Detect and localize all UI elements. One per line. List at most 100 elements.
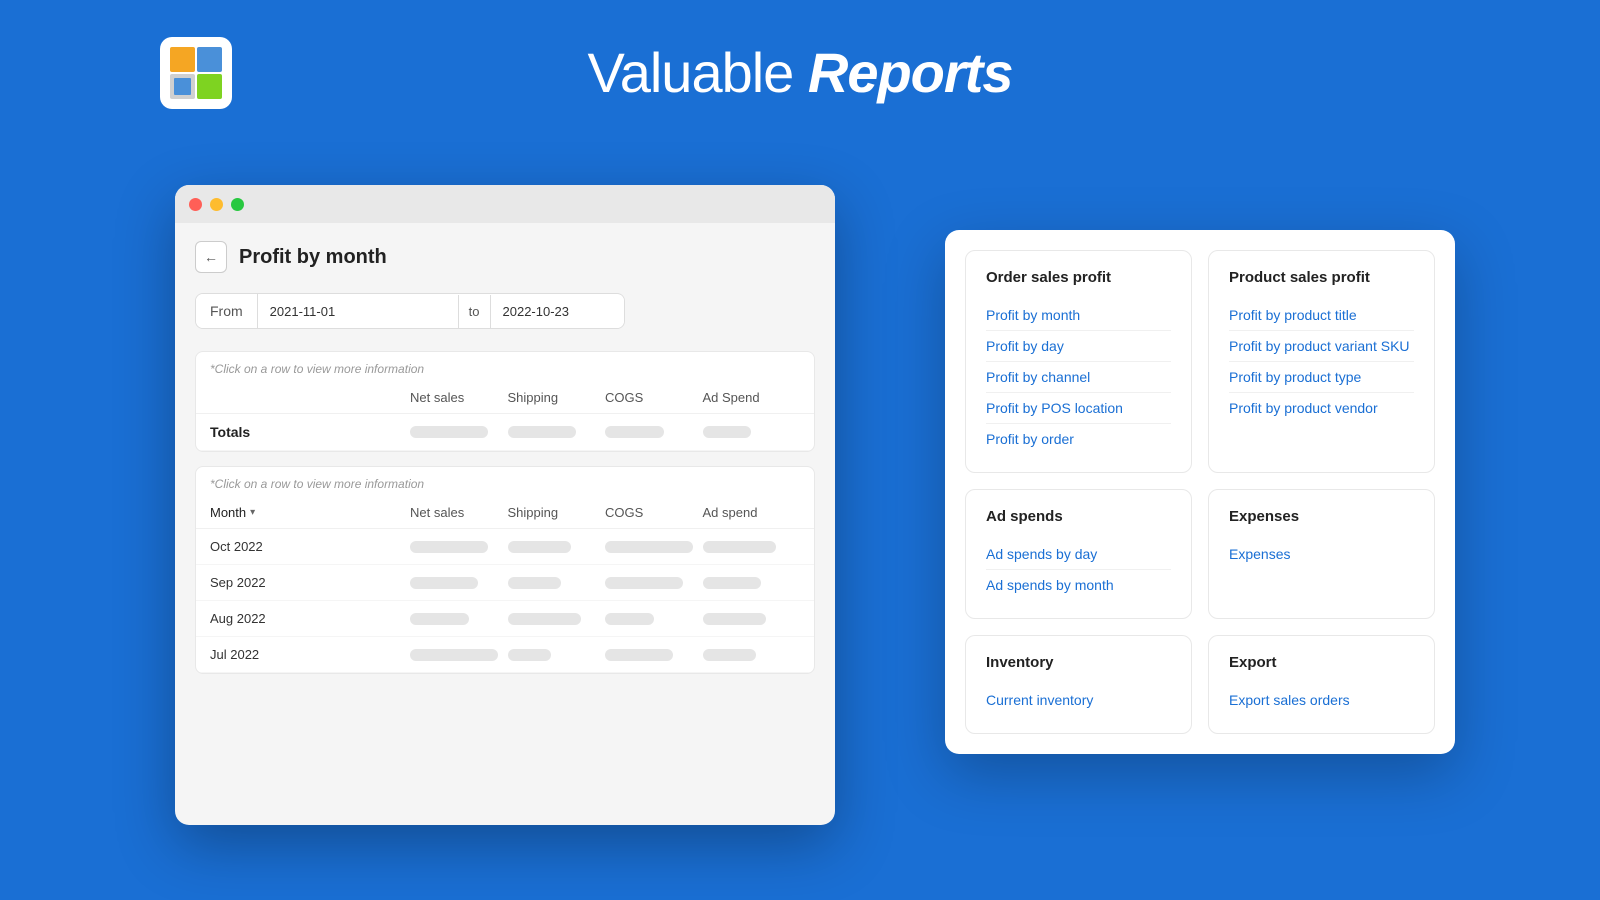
browser-window: ← Profit by month From to Refresh *Click… xyxy=(175,185,835,825)
th-shipping-main: Shipping xyxy=(508,505,606,520)
th-month-label: Month xyxy=(210,505,246,520)
menu-item-profit-type[interactable]: Profit by product type xyxy=(1229,362,1414,393)
oct-netsales xyxy=(410,541,488,553)
sep-shipping xyxy=(508,577,562,589)
window-content: ← Profit by month From to Refresh *Click… xyxy=(175,223,835,825)
th-shipping: Shipping xyxy=(508,390,606,405)
menu-item-profit-pos[interactable]: Profit by POS location xyxy=(986,393,1171,424)
window-dot-red[interactable] xyxy=(189,198,202,211)
row-sep2022[interactable]: Sep 2022 xyxy=(196,565,814,601)
window-dot-yellow[interactable] xyxy=(210,198,223,211)
from-label: From xyxy=(196,294,258,328)
back-button[interactable]: ← xyxy=(195,241,227,273)
jul-netsales xyxy=(410,649,498,661)
page-header: ← Profit by month xyxy=(195,241,815,273)
ad-spends-title: Ad spends xyxy=(986,508,1171,525)
th-netsales: Net sales xyxy=(410,390,508,405)
back-icon: ← xyxy=(204,249,218,265)
menu-item-profit-product-title[interactable]: Profit by product title xyxy=(1229,300,1414,331)
menu-item-profit-sku[interactable]: Profit by product variant SKU xyxy=(1229,331,1414,362)
title-bold: Reports xyxy=(808,41,1013,104)
page-title: Profit by month xyxy=(239,246,387,269)
oct-adspend xyxy=(703,541,776,553)
menu-section-ad-spends: Ad spends Ad spends by day Ad spends by … xyxy=(965,489,1192,619)
logo-inner xyxy=(170,47,222,99)
menu-item-ad-spends-day[interactable]: Ad spends by day xyxy=(986,539,1171,570)
totals-table-section: *Click on a row to view more information… xyxy=(195,351,815,452)
to-label: to xyxy=(458,295,491,328)
th-cogs: COGS xyxy=(605,390,703,405)
from-date-input[interactable] xyxy=(258,295,458,328)
aug-shipping xyxy=(508,613,581,625)
sep-netsales xyxy=(410,577,478,589)
expenses-title: Expenses xyxy=(1229,508,1414,525)
th-empty xyxy=(210,390,410,405)
window-dot-green[interactable] xyxy=(231,198,244,211)
main-table-section: *Click on a row to view more information… xyxy=(195,466,815,674)
month-jul2022: Jul 2022 xyxy=(210,647,410,662)
jul-shipping xyxy=(508,649,552,661)
logo-cell-3 xyxy=(170,74,195,99)
th-cogs-main: COGS xyxy=(605,505,703,520)
menu-section-order-profit: Order sales profit Profit by month Profi… xyxy=(965,250,1192,473)
jul-cogs xyxy=(605,649,673,661)
jul-adspend xyxy=(703,649,757,661)
dropdown-panel: Order sales profit Profit by month Profi… xyxy=(945,230,1455,754)
sep-adspend xyxy=(703,577,762,589)
logo-box xyxy=(160,37,232,109)
oct-cogs xyxy=(605,541,693,553)
totals-table-header: Net sales Shipping COGS Ad Spend xyxy=(196,382,814,414)
sort-icon: ▾ xyxy=(250,507,255,518)
th-adspend-main: Ad spend xyxy=(703,505,801,520)
menu-item-profit-day[interactable]: Profit by day xyxy=(986,331,1171,362)
menu-item-expenses[interactable]: Expenses xyxy=(1229,539,1414,569)
menu-section-inventory: Inventory Current inventory xyxy=(965,635,1192,734)
menu-item-ad-spends-month[interactable]: Ad spends by month xyxy=(986,570,1171,600)
month-oct2022: Oct 2022 xyxy=(210,539,410,554)
th-adspend: Ad Spend xyxy=(703,390,801,405)
month-aug2022: Aug 2022 xyxy=(210,611,410,626)
totals-cogs-skeleton xyxy=(605,426,664,438)
aug-cogs xyxy=(605,613,654,625)
totals-netsales-skeleton xyxy=(410,426,488,438)
menu-item-profit-channel[interactable]: Profit by channel xyxy=(986,362,1171,393)
logo-cell-4 xyxy=(197,74,222,99)
menu-section-export: Export Export sales orders xyxy=(1208,635,1435,734)
aug-adspend xyxy=(703,613,766,625)
row-jul2022[interactable]: Jul 2022 xyxy=(196,637,814,673)
to-date-input[interactable] xyxy=(491,295,625,328)
header: Valuable Reports xyxy=(0,0,1600,135)
product-profit-title: Product sales profit xyxy=(1229,269,1414,286)
filter-bar: From to Refresh xyxy=(195,293,625,329)
menu-item-export-sales-orders[interactable]: Export sales orders xyxy=(1229,685,1414,715)
totals-label: Totals xyxy=(210,424,410,440)
title-light: Valuable xyxy=(588,41,808,104)
totals-shipping-skeleton xyxy=(508,426,576,438)
menu-item-profit-vendor[interactable]: Profit by product vendor xyxy=(1229,393,1414,423)
month-sep2022: Sep 2022 xyxy=(210,575,410,590)
totals-adspend-skeleton xyxy=(703,426,752,438)
window-titlebar xyxy=(175,185,835,223)
page-heading: Valuable Reports xyxy=(588,40,1013,105)
totals-hint: *Click on a row to view more information xyxy=(196,352,814,382)
logo-area xyxy=(160,37,232,109)
order-profit-title: Order sales profit xyxy=(986,269,1171,286)
sep-cogs xyxy=(605,577,683,589)
logo-cell-2 xyxy=(197,47,222,72)
logo-cell-1 xyxy=(170,47,195,72)
totals-row[interactable]: Totals xyxy=(196,414,814,451)
menu-item-current-inventory[interactable]: Current inventory xyxy=(986,685,1171,715)
menu-section-expenses: Expenses Expenses xyxy=(1208,489,1435,619)
row-oct2022[interactable]: Oct 2022 xyxy=(196,529,814,565)
aug-netsales xyxy=(410,613,469,625)
oct-shipping xyxy=(508,541,571,553)
th-netsales-main: Net sales xyxy=(410,505,508,520)
th-month[interactable]: Month ▾ xyxy=(210,505,410,520)
row-aug2022[interactable]: Aug 2022 xyxy=(196,601,814,637)
menu-item-profit-month[interactable]: Profit by month xyxy=(986,300,1171,331)
export-title: Export xyxy=(1229,654,1414,671)
menu-item-profit-order[interactable]: Profit by order xyxy=(986,424,1171,454)
menu-section-product-profit: Product sales profit Profit by product t… xyxy=(1208,250,1435,473)
inventory-title: Inventory xyxy=(986,654,1171,671)
main-hint: *Click on a row to view more information xyxy=(196,467,814,497)
